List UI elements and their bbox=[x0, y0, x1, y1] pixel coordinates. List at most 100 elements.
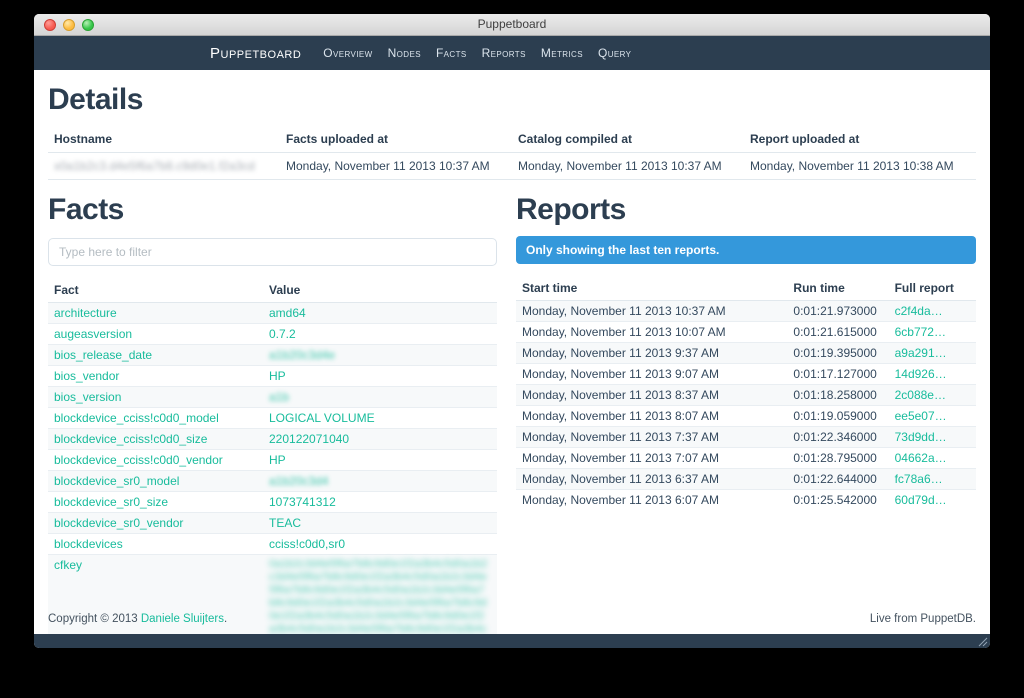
fact-name-link[interactable]: cfkey bbox=[54, 558, 82, 572]
full-report-link[interactable]: 04662a… bbox=[895, 451, 947, 465]
navbar-brand[interactable]: Puppetboard bbox=[210, 45, 301, 62]
window-minimize-button[interactable] bbox=[63, 19, 75, 31]
fact-value-link[interactable]: 0.7.2 bbox=[269, 327, 296, 341]
fact-row: blockdevice_cciss!c0d0_vendor HP bbox=[48, 450, 497, 471]
window-zoom-button[interactable] bbox=[82, 19, 94, 31]
page-content: Details Hostname Facts uploaded at Catal… bbox=[34, 70, 990, 634]
reports-heading: Reports bbox=[516, 193, 976, 227]
report-start-time: Monday, November 11 2013 6:07 AM bbox=[516, 490, 787, 511]
report-row: Monday, November 11 2013 6:07 AM0:01:25.… bbox=[516, 490, 976, 511]
report-run-time: 0:01:19.395000 bbox=[787, 343, 888, 364]
facts-section: Facts Fact Value architectureamd64augeas… bbox=[48, 180, 497, 634]
details-header-row: Hostname Facts uploaded at Catalog compi… bbox=[48, 126, 976, 153]
redacted-fact-value: a1b20c3d4e bbox=[269, 348, 335, 362]
main-navbar: Puppetboard Overview Nodes Facts Reports Met… bbox=[34, 36, 990, 70]
author-link[interactable]: Daniele Sluijters bbox=[141, 613, 224, 625]
reports-header-run-time: Run time bbox=[787, 276, 888, 301]
details-heading: Details bbox=[48, 83, 976, 117]
full-report-link[interactable]: 60d79d… bbox=[895, 493, 947, 507]
fact-name-link[interactable]: architecture bbox=[54, 306, 117, 320]
full-report-link[interactable]: fc78a6… bbox=[895, 472, 943, 486]
facts-uploaded-value: Monday, November 11 2013 10:37 AM bbox=[280, 153, 512, 180]
fact-name-link[interactable]: blockdevice_sr0_size bbox=[54, 495, 168, 509]
fact-name-link[interactable]: blockdevice_sr0_model bbox=[54, 474, 179, 488]
nav-item-nodes[interactable]: Nodes bbox=[388, 46, 421, 60]
fact-name-link[interactable]: blockdevice_cciss!c0d0_model bbox=[54, 411, 219, 425]
nav-item-facts[interactable]: Facts bbox=[436, 46, 467, 60]
copyright-prefix: Copyright © 2013 bbox=[48, 613, 141, 625]
fact-row: blockdevices cciss!c0d0,sr0 bbox=[48, 534, 497, 555]
live-from-puppetdb-text: Live from PuppetDB. bbox=[870, 613, 976, 625]
report-run-time: 0:01:19.059000 bbox=[787, 406, 888, 427]
fact-row: blockdevice_sr0_modela1b20c3d4 bbox=[48, 471, 497, 492]
facts-header-value: Value bbox=[263, 278, 497, 303]
fact-name-link[interactable]: blockdevices bbox=[54, 537, 123, 551]
fact-value-link[interactable]: amd64 bbox=[269, 306, 306, 320]
page-footer: Copyright © 2013 Daniele Sluijters. Live… bbox=[48, 613, 976, 625]
report-row: Monday, November 11 2013 9:07 AM0:01:17.… bbox=[516, 364, 976, 385]
report-row: Monday, November 11 2013 10:37 AM0:01:21… bbox=[516, 301, 976, 322]
fact-row: bios_release_date a1b20c3d4e bbox=[48, 345, 497, 366]
nav-item-query[interactable]: Query bbox=[598, 46, 631, 60]
copyright-text: Copyright © 2013 Daniele Sluijters. bbox=[48, 613, 227, 625]
facts-table: Fact Value architectureamd64augeasversio… bbox=[48, 278, 497, 634]
window-titlebar[interactable]: Puppetboard bbox=[34, 14, 990, 36]
fact-name-link[interactable]: blockdevice_cciss!c0d0_size bbox=[54, 432, 207, 446]
nav-item-reports[interactable]: Reports bbox=[482, 46, 526, 60]
fact-row: blockdevice_sr0_size 1073741312 bbox=[48, 492, 497, 513]
full-report-link[interactable]: ee5e07… bbox=[895, 409, 947, 423]
navbar-menu: Overview Nodes Facts Reports Metrics Query bbox=[323, 46, 646, 60]
full-report-link[interactable]: 14d926… bbox=[895, 367, 947, 381]
facts-heading: Facts bbox=[48, 193, 497, 227]
fact-value-link[interactable]: LOGICAL VOLUME bbox=[269, 411, 375, 425]
report-row: Monday, November 11 2013 8:07 AM0:01:19.… bbox=[516, 406, 976, 427]
full-report-link[interactable]: c2f4da… bbox=[895, 304, 943, 318]
nav-item-metrics[interactable]: Metrics bbox=[541, 46, 583, 60]
reports-info-banner: Only showing the last ten reports. bbox=[516, 236, 976, 264]
report-row: Monday, November 11 2013 7:07 AM0:01:28.… bbox=[516, 448, 976, 469]
window-title: Puppetboard bbox=[34, 14, 990, 35]
details-header-catalog-compiled: Catalog compiled at bbox=[512, 126, 744, 153]
report-start-time: Monday, November 11 2013 10:07 AM bbox=[516, 322, 787, 343]
reports-header-start-time: Start time bbox=[516, 276, 787, 301]
fact-value-link[interactable]: 1073741312 bbox=[269, 495, 336, 509]
fact-name-link[interactable]: bios_version bbox=[54, 390, 121, 404]
report-row: Monday, November 11 2013 6:37 AM0:01:22.… bbox=[516, 469, 976, 490]
report-uploaded-value: Monday, November 11 2013 10:38 AM bbox=[744, 153, 976, 180]
nav-item-overview[interactable]: Overview bbox=[323, 46, 372, 60]
fact-name-link[interactable]: augeasversion bbox=[54, 327, 132, 341]
fact-value-link[interactable]: TEAC bbox=[269, 516, 301, 530]
report-row: Monday, November 11 2013 8:37 AM0:01:18.… bbox=[516, 385, 976, 406]
window-resize-grip[interactable] bbox=[977, 636, 988, 647]
fact-row: blockdevice_cciss!c0d0_model LOGICAL VOLU… bbox=[48, 408, 497, 429]
catalog-compiled-value: Monday, November 11 2013 10:37 AM bbox=[512, 153, 744, 180]
fact-name-link[interactable]: blockdevice_sr0_vendor bbox=[54, 516, 183, 530]
hostname-redacted-value: x0a1b2c3.d4e5f6a7b8.c9d0e1.f2a3cd bbox=[54, 159, 255, 173]
report-start-time: Monday, November 11 2013 9:07 AM bbox=[516, 364, 787, 385]
window-close-button[interactable] bbox=[44, 19, 56, 31]
reports-header-full-report: Full report bbox=[889, 276, 976, 301]
fact-name-link[interactable]: bios_release_date bbox=[54, 348, 152, 362]
facts-filter-input[interactable] bbox=[48, 238, 497, 266]
report-run-time: 0:01:17.127000 bbox=[787, 364, 888, 385]
report-start-time: Monday, November 11 2013 9:37 AM bbox=[516, 343, 787, 364]
desktop-background: Puppetboard Puppetboard Overview Nodes Fac… bbox=[0, 0, 1024, 698]
fact-value-link[interactable]: HP bbox=[269, 369, 286, 383]
fact-value-link[interactable]: 220122071040 bbox=[269, 432, 349, 446]
full-report-link[interactable]: 73d9dd… bbox=[895, 430, 947, 444]
fact-name-link[interactable]: bios_vendor bbox=[54, 369, 119, 383]
full-report-link[interactable]: 6cb772… bbox=[895, 325, 946, 339]
report-start-time: Monday, November 11 2013 10:37 AM bbox=[516, 301, 787, 322]
fact-row: architecture amd64 bbox=[48, 303, 497, 324]
report-row: Monday, November 11 2013 7:37 AM0:01:22.… bbox=[516, 427, 976, 448]
fact-value-link[interactable]: HP bbox=[269, 453, 286, 467]
fact-row: bios_versiona1b bbox=[48, 387, 497, 408]
app-window: Puppetboard Puppetboard Overview Nodes Fac… bbox=[34, 14, 990, 648]
fact-name-link[interactable]: blockdevice_cciss!c0d0_vendor bbox=[54, 453, 223, 467]
full-report-link[interactable]: a9a291… bbox=[895, 346, 947, 360]
fact-value-link[interactable]: cciss!c0d0,sr0 bbox=[269, 537, 345, 551]
report-row: Monday, November 11 2013 10:07 AM0:01:21… bbox=[516, 322, 976, 343]
report-run-time: 0:01:21.973000 bbox=[787, 301, 888, 322]
facts-reports-columns: Facts Fact Value architectureamd64augeas… bbox=[48, 180, 976, 634]
full-report-link[interactable]: 2c088e… bbox=[895, 388, 946, 402]
